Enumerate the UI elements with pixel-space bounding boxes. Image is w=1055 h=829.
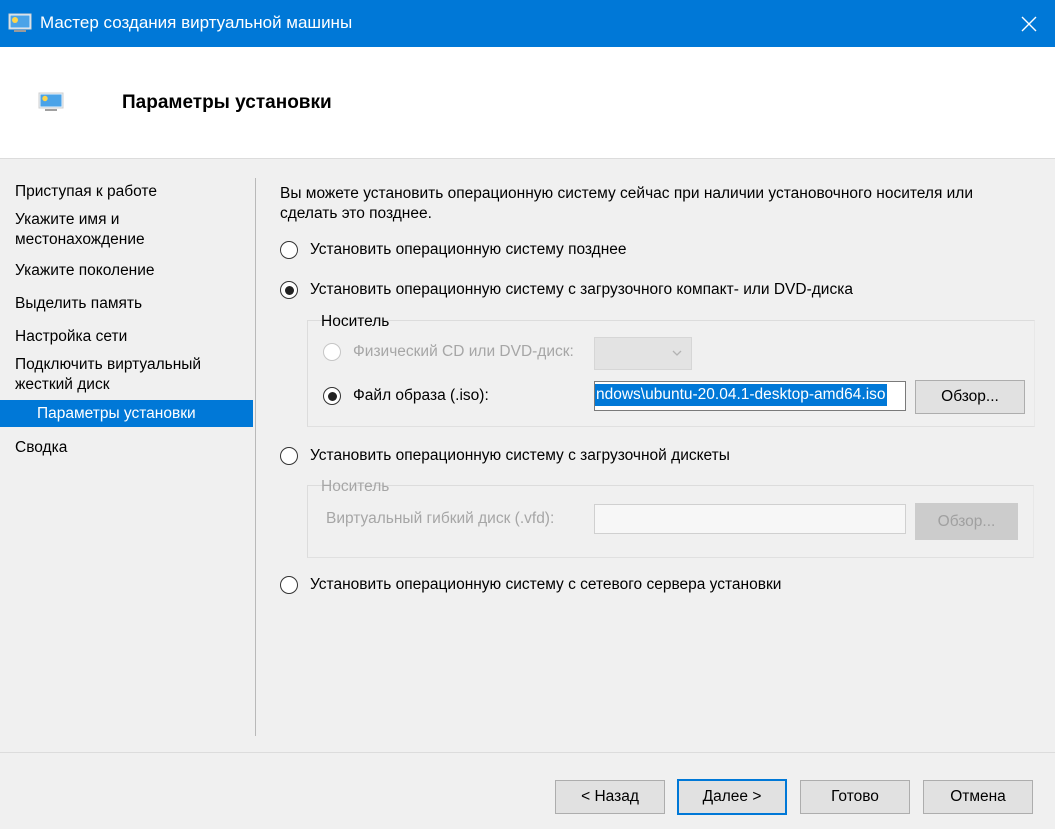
vfd-path-input[interactable] (594, 504, 906, 534)
wizard-header: Параметры установки (0, 47, 1055, 159)
nav-item-label: Настройка сети (15, 328, 128, 345)
close-button[interactable] (1003, 0, 1055, 47)
radio-iso-file[interactable]: Файл образа (.iso): (323, 387, 489, 405)
nav-item-label: Выделить память (15, 295, 143, 312)
vfd-label: Виртуальный гибкий диск (.vfd): (326, 510, 555, 527)
cancel-button[interactable]: Отмена (923, 780, 1033, 814)
nav-divider (255, 178, 256, 736)
nav-item-network[interactable]: Настройка сети (0, 327, 253, 347)
group-title: Носитель (321, 313, 390, 330)
nav-item-label: Параметры установки (37, 405, 196, 422)
nav-item-generation[interactable]: Укажите поколение (0, 261, 253, 281)
back-button[interactable]: < Назад (555, 780, 665, 814)
nav-item-virtual-disk[interactable]: Подключить виртуальный жесткий диск (0, 355, 230, 395)
close-icon (1021, 16, 1037, 31)
nav-item-label: Укажите поколение (15, 262, 155, 279)
button-label: Далее > (702, 788, 762, 805)
radio-circle (280, 447, 298, 465)
radio-label: Физический CD или DVD-диск: (353, 343, 574, 360)
finish-button[interactable]: Готово (800, 780, 910, 814)
title-bar: Мастер создания виртуальной машины (0, 0, 1055, 47)
browse-iso-button[interactable]: Обзор... (915, 380, 1025, 414)
radio-circle (280, 281, 298, 299)
nav-item-label: Сводка (15, 439, 68, 456)
nav-item-label: Укажите имя и местонахождение (15, 211, 145, 248)
radio-install-network[interactable]: Установить операционную систему с сетево… (280, 576, 781, 594)
group-title: Носитель (321, 478, 390, 495)
button-label: Готово (831, 788, 879, 805)
window-title: Мастер создания виртуальной машины (40, 13, 353, 32)
physical-drive-select[interactable] (594, 337, 692, 370)
button-label: Отмена (950, 788, 1006, 805)
vm-monitor-icon (8, 13, 32, 35)
radio-label: Файл образа (.iso): (353, 387, 489, 404)
button-label: Обзор... (941, 388, 999, 405)
radio-circle (280, 241, 298, 259)
radio-circle (323, 387, 341, 405)
nav-item-label: Приступая к работе (15, 183, 157, 200)
radio-install-later[interactable]: Установить операционную систему позднее (280, 241, 627, 259)
vm-monitor-icon (38, 92, 64, 114)
browse-vfd-button[interactable]: Обзор... (915, 503, 1018, 540)
nav-item-name-location[interactable]: Укажите имя и местонахождение (0, 210, 200, 250)
next-button[interactable]: Далее > (677, 779, 787, 815)
iso-path-input[interactable]: ndows\ubuntu-20.04.1-desktop-amd64.iso (594, 381, 906, 411)
radio-install-floppy[interactable]: Установить операционную систему с загруз… (280, 447, 730, 465)
chevron-down-icon (672, 350, 682, 356)
footer-divider (0, 752, 1055, 753)
radio-circle (280, 576, 298, 594)
nav-item-summary[interactable]: Сводка (0, 438, 253, 458)
nav-item-label: Подключить виртуальный жесткий диск (15, 356, 202, 393)
radio-label: Установить операционную систему с загруз… (310, 281, 853, 298)
iso-path-value: ndows\ubuntu-20.04.1-desktop-amd64.iso (595, 384, 887, 406)
button-label: Обзор... (937, 512, 996, 530)
radio-circle (323, 343, 341, 361)
radio-label: Установить операционную систему с загруз… (310, 447, 730, 464)
radio-install-dvd[interactable]: Установить операционную систему с загруз… (280, 281, 853, 299)
nav-item-memory[interactable]: Выделить память (0, 294, 253, 314)
radio-physical-drive[interactable]: Физический CD или DVD-диск: (323, 343, 574, 361)
page-title: Параметры установки (122, 92, 332, 113)
button-label: < Назад (581, 788, 639, 805)
radio-label: Установить операционную систему позднее (310, 241, 627, 258)
radio-label: Установить операционную систему с сетево… (310, 576, 782, 593)
nav-item-getting-started[interactable]: Приступая к работе (0, 182, 253, 202)
intro-text: Вы можете установить операционную систем… (280, 185, 974, 222)
nav-item-install-options[interactable]: Параметры установки (0, 400, 253, 427)
